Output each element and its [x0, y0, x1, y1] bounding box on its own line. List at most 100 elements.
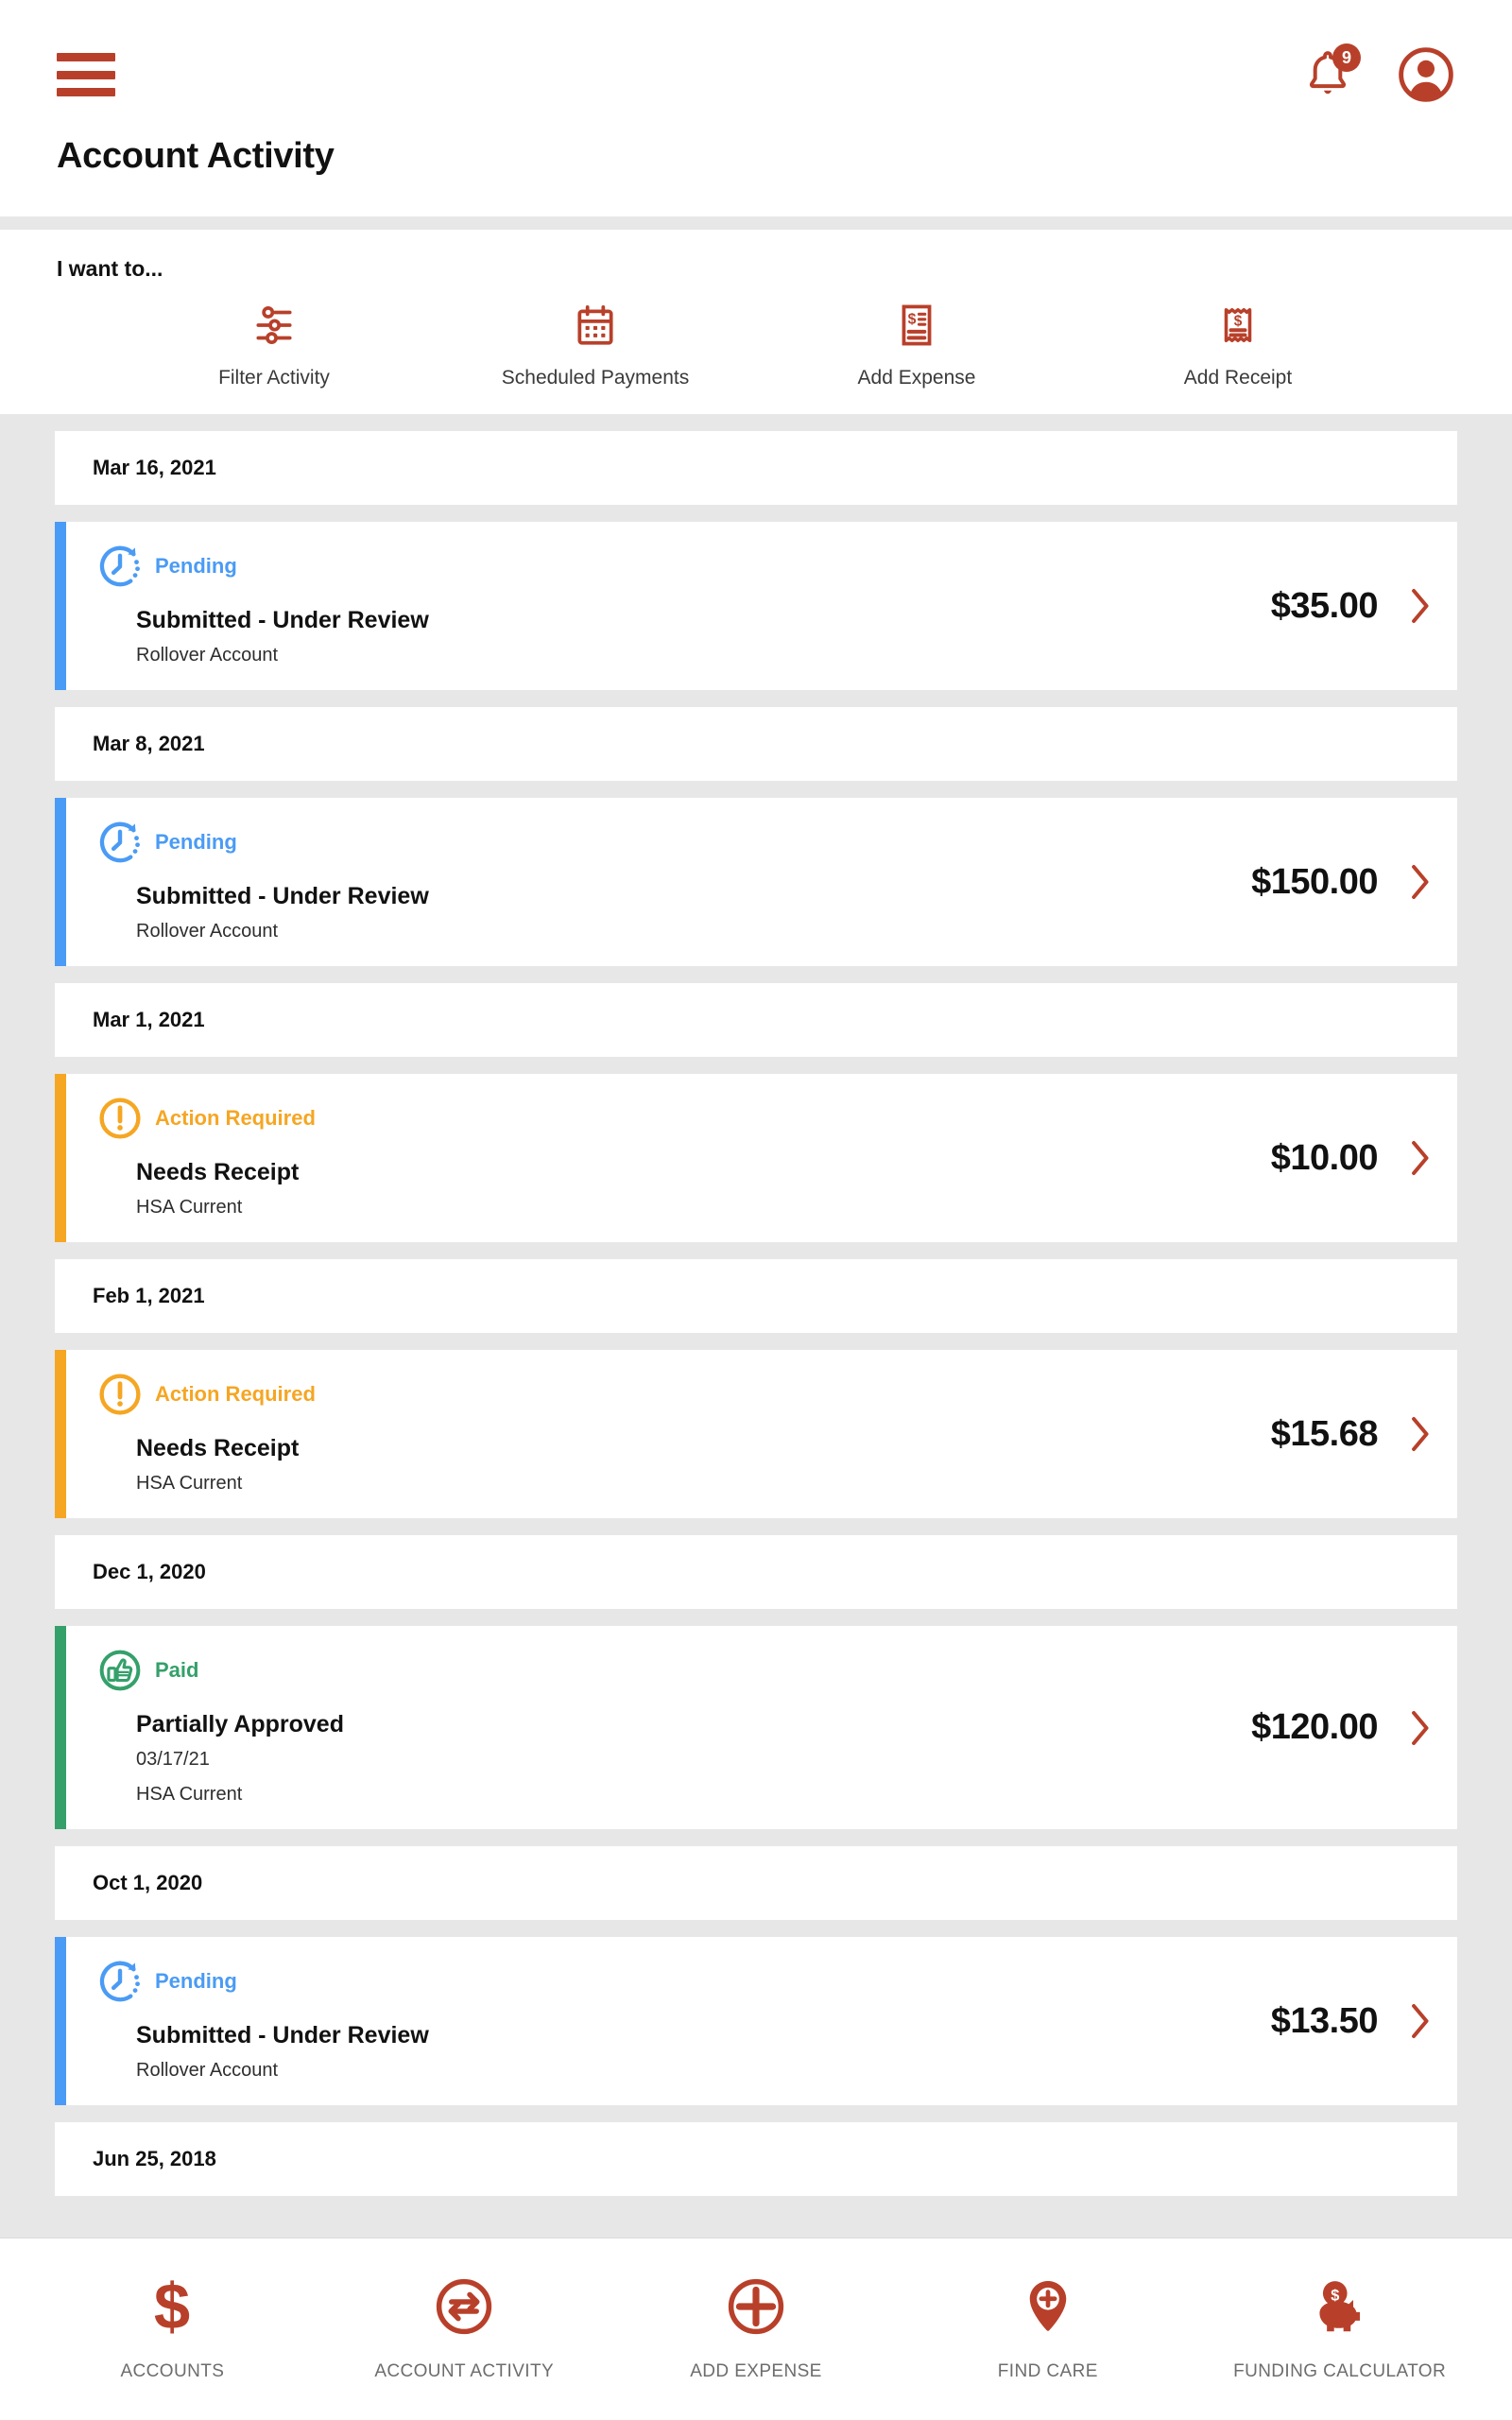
transaction-details: Pending Submitted - Under Review Rollove…	[96, 1958, 1252, 2084]
status-icon-wrap	[96, 543, 144, 590]
calendar-icon	[572, 299, 619, 352]
transaction-body: Pending Submitted - Under Review Rollove…	[66, 522, 1457, 690]
quick-actions-label: I want to...	[57, 256, 1455, 282]
nav-label: FIND CARE	[998, 2361, 1098, 2382]
transaction-card[interactable]: Pending Submitted - Under Review Rollove…	[55, 522, 1457, 690]
clock-pending-icon	[96, 1958, 144, 2005]
transaction-body: Pending Submitted - Under Review Rollove…	[66, 1937, 1457, 2105]
exclamation-circle-icon	[96, 1095, 144, 1142]
transaction-chevron[interactable]	[1410, 863, 1431, 901]
plus-circle-icon	[725, 2271, 787, 2342]
quick-action-add-receipt[interactable]: $ Add Receipt	[1077, 299, 1399, 389]
section-divider	[0, 216, 1512, 230]
transaction-title: Needs Receipt	[136, 1435, 1252, 1462]
transaction-chevron[interactable]	[1410, 1415, 1431, 1453]
status-icon-wrap	[96, 1647, 144, 1694]
transaction-account: Rollover Account	[136, 918, 1232, 945]
transaction-status: Pending	[96, 819, 1232, 866]
page-title: Account Activity	[57, 104, 1455, 216]
quick-action-filter-activity[interactable]: Filter Activity	[113, 299, 435, 389]
transaction-details: Paid Partially Approved 03/17/21 HSA Cur…	[96, 1647, 1232, 1808]
status-stripe	[55, 522, 66, 690]
exclamation-circle-icon	[96, 1371, 144, 1418]
transaction-status: Pending	[96, 1958, 1252, 2005]
transaction-card[interactable]: Action Required Needs Receipt HSA Curren…	[55, 1350, 1457, 1518]
user-avatar-icon	[1397, 45, 1455, 104]
transaction-body: Paid Partially Approved 03/17/21 HSA Cur…	[66, 1626, 1457, 1829]
nav-item-accounts[interactable]: $ ACCOUNTS	[26, 2271, 318, 2382]
svg-text:$: $	[908, 312, 917, 328]
date-header: Mar 8, 2021	[55, 707, 1457, 781]
transaction-chevron[interactable]	[1410, 587, 1431, 625]
transaction-amount-group: $150.00	[1232, 862, 1431, 903]
clock-pending-icon	[96, 819, 144, 866]
status-stripe	[55, 1626, 66, 1829]
dollar-sign-icon: $	[141, 2271, 203, 2342]
chevron-right-icon	[1410, 1139, 1431, 1177]
transaction-amount: $150.00	[1251, 862, 1378, 903]
transaction-details: Action Required Needs Receipt HSA Curren…	[96, 1371, 1252, 1497]
transaction-amount-group: $13.50	[1252, 2001, 1431, 2042]
chevron-right-icon	[1410, 863, 1431, 901]
quick-action-label: Add Receipt	[1184, 367, 1292, 389]
date-header: Dec 1, 2020	[55, 1535, 1457, 1609]
top-bar: 9 Account Activity	[0, 0, 1512, 216]
transaction-card[interactable]: Paid Partially Approved 03/17/21 HSA Cur…	[55, 1626, 1457, 1829]
nav-item-funding-calculator[interactable]: $ FUNDING CALCULATOR	[1194, 2271, 1486, 2382]
transaction-account: HSA Current	[136, 1781, 1232, 1808]
quick-action-scheduled-payments[interactable]: Scheduled Payments	[435, 299, 756, 389]
bottom-navigation: $ ACCOUNTS ACCOUNT ACTIVITY	[0, 2238, 1512, 2420]
status-label: Pending	[155, 554, 237, 579]
account-activity-screen: 9 Account Activity I want to...	[0, 0, 1512, 2420]
transaction-card[interactable]: Pending Submitted - Under Review Rollove…	[55, 798, 1457, 966]
notification-badge: 9	[1332, 43, 1361, 72]
status-label: Action Required	[155, 1106, 316, 1131]
transaction-chevron[interactable]	[1410, 1139, 1431, 1177]
profile-button[interactable]	[1397, 45, 1455, 104]
transaction-amount: $13.50	[1271, 2001, 1378, 2042]
transaction-title: Partially Approved	[136, 1711, 1232, 1738]
quick-actions-list: Filter Activity	[57, 299, 1455, 389]
filter-sliders-icon	[250, 299, 298, 352]
notifications-button[interactable]: 9	[1298, 45, 1357, 104]
transaction-details: Action Required Needs Receipt HSA Curren…	[96, 1095, 1252, 1221]
transaction-amount: $10.00	[1271, 1138, 1378, 1179]
hamburger-bar	[57, 53, 115, 61]
status-icon-wrap	[96, 1958, 144, 2005]
quick-action-add-expense[interactable]: $ Add Expense	[756, 299, 1077, 389]
top-bar-row: 9	[57, 45, 1455, 104]
transaction-body: Action Required Needs Receipt HSA Curren…	[66, 1074, 1457, 1242]
transaction-card[interactable]: Pending Submitted - Under Review Rollove…	[55, 1937, 1457, 2105]
map-pin-plus-icon	[1017, 2271, 1079, 2342]
transfer-arrows-circle-icon	[433, 2271, 495, 2342]
transaction-amount-group: $120.00	[1232, 1707, 1431, 1748]
transaction-title: Needs Receipt	[136, 1159, 1252, 1186]
nav-item-account-activity[interactable]: ACCOUNT ACTIVITY	[318, 2271, 610, 2382]
transaction-account: Rollover Account	[136, 2057, 1252, 2084]
chevron-right-icon	[1410, 2002, 1431, 2040]
status-label: Action Required	[155, 1382, 316, 1407]
nav-label: ACCOUNT ACTIVITY	[374, 2361, 554, 2382]
activity-list[interactable]: Mar 16, 2021 Pending Submitted - Under R…	[0, 414, 1512, 2238]
transaction-title: Submitted - Under Review	[136, 883, 1232, 910]
date-header: Feb 1, 2021	[55, 1259, 1457, 1333]
date-header: Mar 16, 2021	[55, 431, 1457, 505]
transaction-chevron[interactable]	[1410, 2002, 1431, 2040]
transaction-card[interactable]: Action Required Needs Receipt HSA Curren…	[55, 1074, 1457, 1242]
transaction-body: Pending Submitted - Under Review Rollove…	[66, 798, 1457, 966]
transaction-account: HSA Current	[136, 1470, 1252, 1497]
nav-item-add-expense[interactable]: ADD EXPENSE	[610, 2271, 902, 2382]
status-icon-wrap	[96, 1371, 144, 1418]
hamburger-menu-icon[interactable]	[57, 53, 115, 96]
svg-text:$: $	[1234, 313, 1243, 329]
piggy-bank-icon: $	[1307, 2271, 1373, 2342]
svg-text:$: $	[154, 2275, 190, 2338]
top-bar-actions: 9	[1298, 45, 1455, 104]
date-header: Oct 1, 2020	[55, 1846, 1457, 1920]
nav-item-find-care[interactable]: FIND CARE	[902, 2271, 1194, 2382]
transaction-posted-date: 03/17/21	[136, 1746, 1232, 1773]
transaction-status: Action Required	[96, 1371, 1252, 1418]
transaction-chevron[interactable]	[1410, 1709, 1431, 1747]
status-stripe	[55, 1937, 66, 2105]
transaction-amount-group: $15.68	[1252, 1414, 1431, 1455]
